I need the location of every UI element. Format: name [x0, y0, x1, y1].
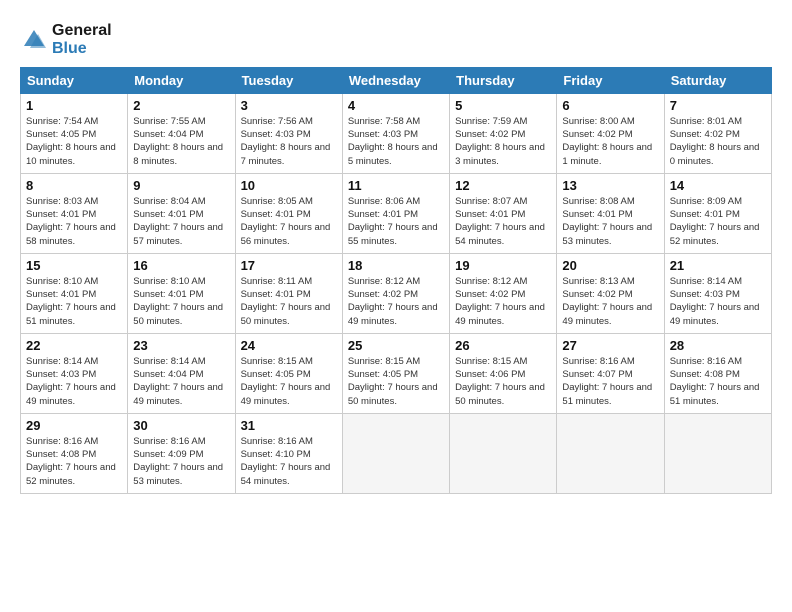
- col-friday: Friday: [557, 67, 664, 93]
- table-row: 13Sunrise: 8:08 AMSunset: 4:01 PMDayligh…: [557, 173, 664, 253]
- table-row: 12Sunrise: 8:07 AMSunset: 4:01 PMDayligh…: [450, 173, 557, 253]
- table-row: 20Sunrise: 8:13 AMSunset: 4:02 PMDayligh…: [557, 253, 664, 333]
- header: General Blue: [20, 18, 772, 59]
- table-row: 15Sunrise: 8:10 AMSunset: 4:01 PMDayligh…: [21, 253, 128, 333]
- table-row: 2Sunrise: 7:55 AMSunset: 4:04 PMDaylight…: [128, 93, 235, 173]
- week-row-4: 22Sunrise: 8:14 AMSunset: 4:03 PMDayligh…: [21, 333, 772, 413]
- table-row: 16Sunrise: 8:10 AMSunset: 4:01 PMDayligh…: [128, 253, 235, 333]
- table-row: 7Sunrise: 8:01 AMSunset: 4:02 PMDaylight…: [664, 93, 771, 173]
- week-row-5: 29Sunrise: 8:16 AMSunset: 4:08 PMDayligh…: [21, 413, 772, 493]
- table-row: 3Sunrise: 7:56 AMSunset: 4:03 PMDaylight…: [235, 93, 342, 173]
- table-row: 30Sunrise: 8:16 AMSunset: 4:09 PMDayligh…: [128, 413, 235, 493]
- table-row: 26Sunrise: 8:15 AMSunset: 4:06 PMDayligh…: [450, 333, 557, 413]
- week-row-2: 8Sunrise: 8:03 AMSunset: 4:01 PMDaylight…: [21, 173, 772, 253]
- table-row: 31Sunrise: 8:16 AMSunset: 4:10 PMDayligh…: [235, 413, 342, 493]
- table-row: 21Sunrise: 8:14 AMSunset: 4:03 PMDayligh…: [664, 253, 771, 333]
- table-row: 11Sunrise: 8:06 AMSunset: 4:01 PMDayligh…: [342, 173, 449, 253]
- table-row: [557, 413, 664, 493]
- table-row: 25Sunrise: 8:15 AMSunset: 4:05 PMDayligh…: [342, 333, 449, 413]
- table-row: 5Sunrise: 7:59 AMSunset: 4:02 PMDaylight…: [450, 93, 557, 173]
- table-row: 28Sunrise: 8:16 AMSunset: 4:08 PMDayligh…: [664, 333, 771, 413]
- logo-text: General Blue: [52, 22, 112, 59]
- table-row: 24Sunrise: 8:15 AMSunset: 4:05 PMDayligh…: [235, 333, 342, 413]
- table-row: [664, 413, 771, 493]
- week-row-1: 1Sunrise: 7:54 AMSunset: 4:05 PMDaylight…: [21, 93, 772, 173]
- calendar-page: General Blue Sunday Monday Tuesday Wedne…: [0, 0, 792, 612]
- table-row: 27Sunrise: 8:16 AMSunset: 4:07 PMDayligh…: [557, 333, 664, 413]
- table-row: [342, 413, 449, 493]
- table-row: 29Sunrise: 8:16 AMSunset: 4:08 PMDayligh…: [21, 413, 128, 493]
- col-thursday: Thursday: [450, 67, 557, 93]
- calendar-table: Sunday Monday Tuesday Wednesday Thursday…: [20, 67, 772, 494]
- table-row: 22Sunrise: 8:14 AMSunset: 4:03 PMDayligh…: [21, 333, 128, 413]
- table-row: 17Sunrise: 8:11 AMSunset: 4:01 PMDayligh…: [235, 253, 342, 333]
- logo: General Blue: [20, 22, 112, 59]
- table-row: 14Sunrise: 8:09 AMSunset: 4:01 PMDayligh…: [664, 173, 771, 253]
- table-row: 10Sunrise: 8:05 AMSunset: 4:01 PMDayligh…: [235, 173, 342, 253]
- table-row: 18Sunrise: 8:12 AMSunset: 4:02 PMDayligh…: [342, 253, 449, 333]
- logo-icon: [20, 26, 48, 54]
- table-row: [450, 413, 557, 493]
- col-tuesday: Tuesday: [235, 67, 342, 93]
- col-wednesday: Wednesday: [342, 67, 449, 93]
- col-monday: Monday: [128, 67, 235, 93]
- table-row: 1Sunrise: 7:54 AMSunset: 4:05 PMDaylight…: [21, 93, 128, 173]
- week-row-3: 15Sunrise: 8:10 AMSunset: 4:01 PMDayligh…: [21, 253, 772, 333]
- table-row: 8Sunrise: 8:03 AMSunset: 4:01 PMDaylight…: [21, 173, 128, 253]
- col-saturday: Saturday: [664, 67, 771, 93]
- col-sunday: Sunday: [21, 67, 128, 93]
- table-row: 19Sunrise: 8:12 AMSunset: 4:02 PMDayligh…: [450, 253, 557, 333]
- table-row: 6Sunrise: 8:00 AMSunset: 4:02 PMDaylight…: [557, 93, 664, 173]
- table-row: 9Sunrise: 8:04 AMSunset: 4:01 PMDaylight…: [128, 173, 235, 253]
- table-row: 4Sunrise: 7:58 AMSunset: 4:03 PMDaylight…: [342, 93, 449, 173]
- table-row: 23Sunrise: 8:14 AMSunset: 4:04 PMDayligh…: [128, 333, 235, 413]
- header-row: Sunday Monday Tuesday Wednesday Thursday…: [21, 67, 772, 93]
